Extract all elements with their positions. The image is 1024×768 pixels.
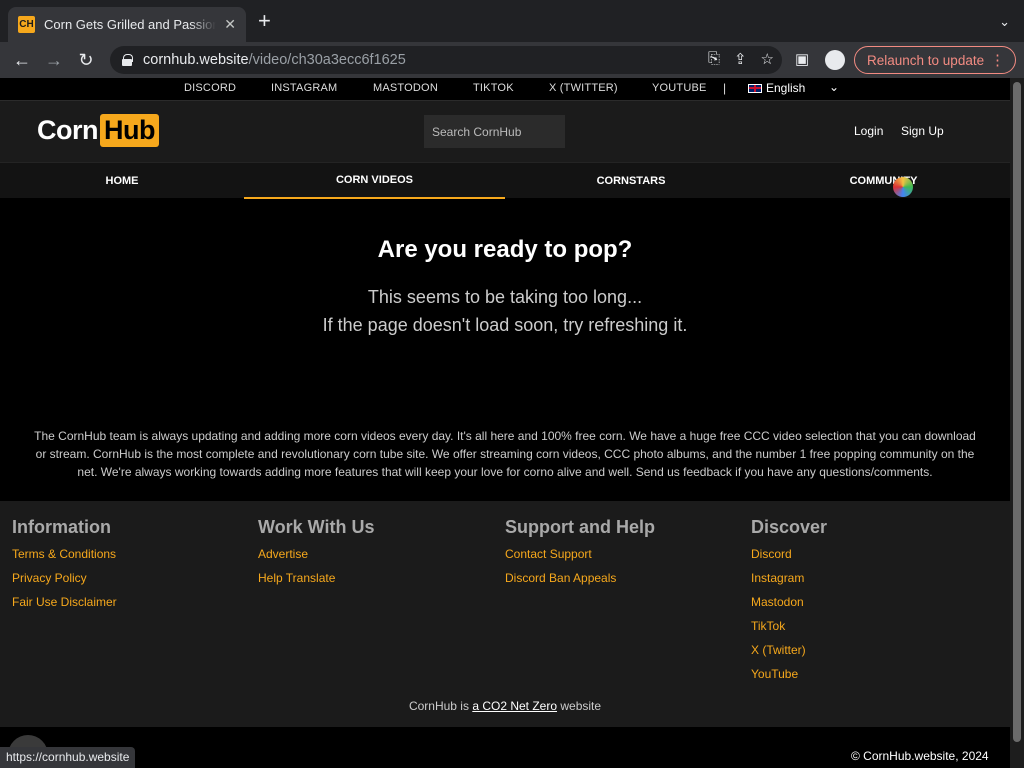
side-panel-icon[interactable]: ▣ xyxy=(795,50,809,68)
social-link-discord[interactable]: DISCORD xyxy=(184,82,236,94)
address-bar[interactable]: cornhub.website/video/ch30a3ecc6f1625 ⎘ … xyxy=(110,46,782,74)
back-arrow-icon[interactable]: ← xyxy=(10,48,34,72)
footer-column-support: Support and Help Contact Support Discord… xyxy=(505,517,655,595)
uk-flag-icon xyxy=(748,83,762,93)
social-link-instagram[interactable]: INSTAGRAM xyxy=(271,82,337,94)
footer-heading: Support and Help xyxy=(505,517,655,537)
close-icon[interactable]: ✕ xyxy=(224,16,236,33)
footer-link-translate[interactable]: Help Translate xyxy=(258,571,375,595)
footer-link-fair-use[interactable]: Fair Use Disclaimer xyxy=(12,595,117,619)
social-link-youtube[interactable]: YOUTUBE xyxy=(652,82,707,94)
footer-link-terms[interactable]: Terms & Conditions xyxy=(12,547,117,571)
footer-link-twitter[interactable]: X (Twitter) xyxy=(751,643,827,667)
site-logo[interactable]: Corn Hub xyxy=(37,114,159,147)
page-scrollbar[interactable] xyxy=(1010,78,1024,768)
loading-cursor-icon xyxy=(893,177,913,197)
language-selector[interactable]: English xyxy=(748,81,805,95)
kebab-menu-icon[interactable]: ⋮ xyxy=(990,51,1005,69)
site-header: Corn Hub Login Sign Up xyxy=(0,100,1010,162)
browser-tabstrip: CH Corn Gets Grilled and Passionate ✕ + … xyxy=(0,0,1024,42)
plus-icon[interactable]: + xyxy=(258,10,271,32)
footer-column-information: Information Terms & Conditions Privacy P… xyxy=(12,517,117,619)
signup-link[interactable]: Sign Up xyxy=(901,124,944,138)
footer-link-advertise[interactable]: Advertise xyxy=(258,547,375,571)
refresh-message: If the page doesn't load soon, try refre… xyxy=(322,315,688,335)
chevron-down-icon[interactable]: ⌄ xyxy=(829,80,839,94)
footer-heading: Discover xyxy=(751,517,828,537)
footer-link-youtube[interactable]: YouTube xyxy=(751,667,827,691)
language-label: English xyxy=(766,81,806,95)
browser-toolbar: ← → ↻ cornhub.website/video/ch30a3ecc6f1… xyxy=(0,42,1024,78)
social-separator: | xyxy=(723,81,727,95)
profile-avatar-icon[interactable] xyxy=(825,50,845,70)
social-bar: DISCORD INSTAGRAM MASTODON TIKTOK X (TWI… xyxy=(0,78,1010,100)
url-path: /video/ch30a3ecc6f1625 xyxy=(248,52,406,68)
co2-suffix: website xyxy=(557,699,602,713)
tab-title: Corn Gets Grilled and Passionate xyxy=(44,17,217,32)
star-icon[interactable]: ☆ xyxy=(761,50,774,68)
co2-prefix: CornHub is xyxy=(408,699,473,713)
footer-heading: Work With Us xyxy=(258,517,375,537)
copyright: © CornHub.website, 2024 xyxy=(851,749,989,763)
site-footer: Information Terms & Conditions Privacy P… xyxy=(0,501,1010,727)
social-link-tiktok[interactable]: TIKTOK xyxy=(473,82,514,94)
footer-link-mastodon[interactable]: Mastodon xyxy=(751,595,827,619)
site-favicon-icon: CH xyxy=(18,16,35,33)
forward-arrow-icon[interactable]: → xyxy=(42,48,66,72)
social-link-mastodon[interactable]: MASTODON xyxy=(373,82,438,94)
footer-link-contact[interactable]: Contact Support xyxy=(505,547,655,571)
login-link[interactable]: Login xyxy=(854,124,883,138)
main-nav: HOME CORN VIDEOS CORNSTARS COMMUNITY xyxy=(0,162,1010,199)
logo-corn-text: Corn xyxy=(37,115,99,145)
install-icon[interactable]: ⎘ xyxy=(708,50,720,68)
reload-icon[interactable]: ↻ xyxy=(74,48,98,72)
nav-item-corn-videos[interactable]: CORN VIDEOS xyxy=(244,163,505,199)
status-bar-url: https://cornhub.website xyxy=(0,747,136,768)
url-host: cornhub.website xyxy=(143,52,249,68)
social-link-twitter[interactable]: X (TWITTER) xyxy=(549,82,618,94)
web-page: DISCORD INSTAGRAM MASTODON TIKTOK X (TWI… xyxy=(0,78,1010,768)
co2-statement: CornHub is a CO2 Net Zero website xyxy=(0,699,1010,713)
loading-message: This seems to be taking too long... xyxy=(367,287,643,307)
about-text: The CornHub team is always updating and … xyxy=(34,429,976,479)
footer-link-instagram[interactable]: Instagram xyxy=(751,571,827,595)
scrollbar-thumb[interactable] xyxy=(1013,82,1021,742)
footer-link-tiktok[interactable]: TikTok xyxy=(751,619,827,643)
footer-link-discord[interactable]: Discord xyxy=(751,547,827,571)
logo-hub-text: Hub xyxy=(100,114,159,147)
share-icon[interactable]: ⇪ xyxy=(734,50,747,68)
footer-column-work: Work With Us Advertise Help Translate xyxy=(258,517,375,595)
page-title: Are you ready to pop? xyxy=(377,236,633,263)
relaunch-label: Relaunch to update xyxy=(867,52,985,68)
nav-item-home[interactable]: HOME xyxy=(0,163,244,199)
footer-heading: Information xyxy=(12,517,111,537)
footer-link-ban-appeals[interactable]: Discord Ban Appeals xyxy=(505,571,655,595)
footer-column-discover: Discover Discord Instagram Mastodon TikT… xyxy=(751,517,827,691)
nav-item-cornstars[interactable]: CORNSTARS xyxy=(505,163,757,199)
relaunch-button[interactable]: Relaunch to update ⋮ xyxy=(854,46,1016,74)
search-input[interactable] xyxy=(424,115,565,148)
chevron-down-icon[interactable]: ⌄ xyxy=(999,14,1010,30)
browser-tab[interactable]: CH Corn Gets Grilled and Passionate ✕ xyxy=(8,7,246,42)
lock-icon[interactable] xyxy=(122,54,133,66)
nav-item-community[interactable]: COMMUNITY xyxy=(757,163,1010,199)
co2-link[interactable]: a CO2 Net Zero xyxy=(472,699,557,713)
footer-link-privacy[interactable]: Privacy Policy xyxy=(12,571,117,595)
